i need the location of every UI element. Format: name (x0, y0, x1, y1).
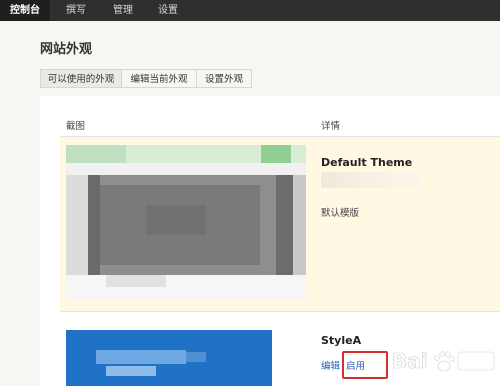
theme-description-default: 默认模版 (321, 208, 360, 219)
nav-write[interactable]: 撰写 (51, 0, 101, 21)
edit-theme-link[interactable]: 编辑 (321, 358, 340, 372)
stylea-thumbnail (66, 330, 272, 386)
baidu-watermark: Bai (390, 342, 498, 382)
top-navigation: 控制台 撰写 管理 设置 (0, 0, 500, 21)
nav-settings[interactable]: 设置 (146, 0, 190, 21)
theme-name-default: Default Theme (321, 156, 413, 169)
svg-text:Bai: Bai (392, 349, 428, 373)
nav-dashboard[interactable]: 控制台 (0, 0, 50, 21)
theme-name-stylea: StyleA (321, 334, 362, 347)
tab-available-themes[interactable]: 可以使用的外观 (40, 69, 122, 88)
default-theme-thumbnail (66, 145, 306, 300)
nav-manage[interactable]: 管理 (100, 0, 146, 21)
column-header-details: 详情 (321, 121, 341, 132)
column-header-screenshot: 截图 (66, 121, 86, 132)
tab-edit-current-theme[interactable]: 编辑当前外观 (121, 69, 197, 88)
theme-meta-blurred (321, 172, 421, 188)
annotation-highlight-box (342, 351, 388, 379)
paw-icon (434, 351, 455, 372)
page-title: 网站外观 (40, 42, 93, 57)
row-divider (60, 311, 500, 312)
tab-theme-settings[interactable]: 设置外观 (196, 69, 252, 88)
